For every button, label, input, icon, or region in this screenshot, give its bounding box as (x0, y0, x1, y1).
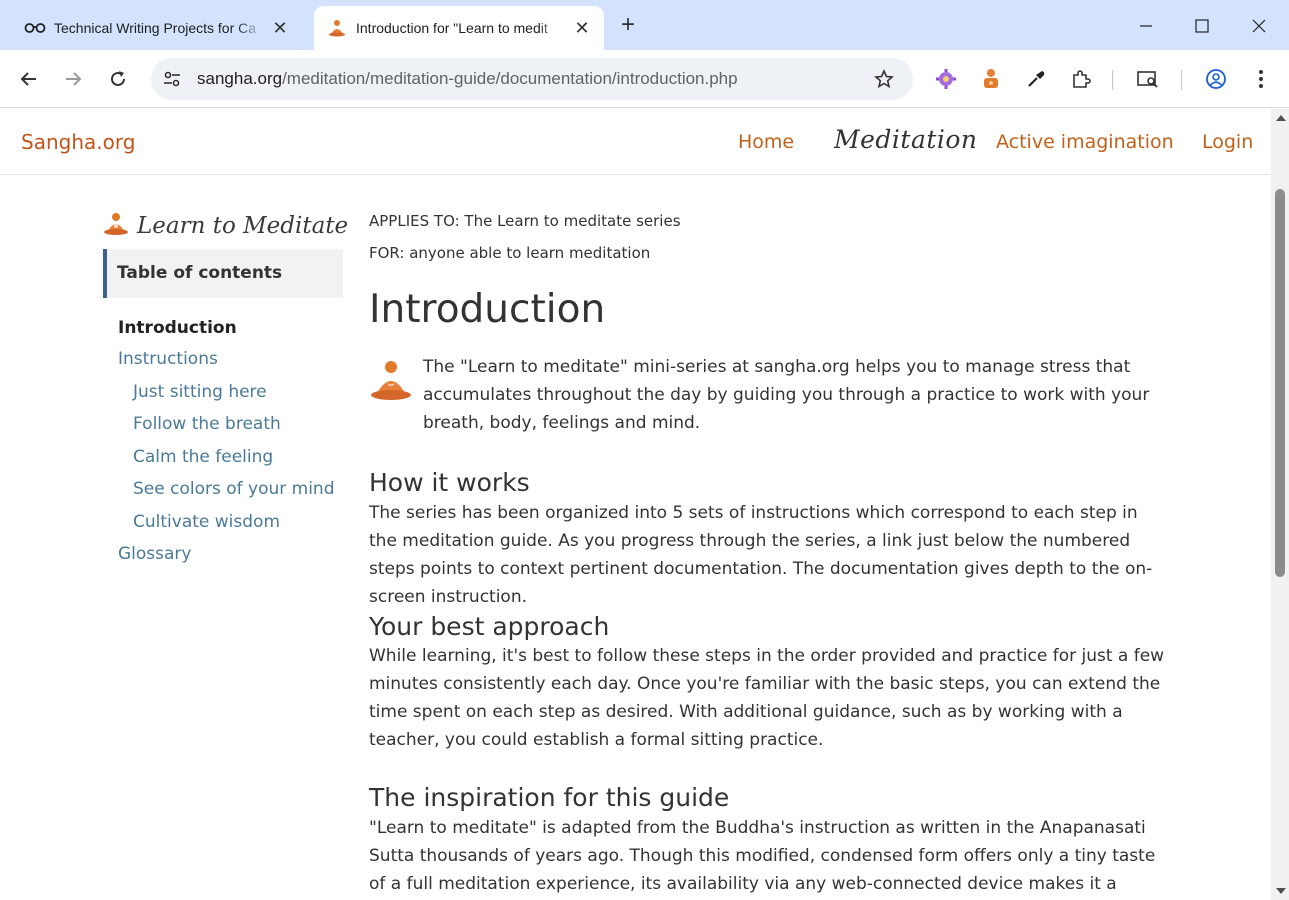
section-body: While learning, it's best to follow thes… (369, 646, 1165, 750)
purple-gear-extension-icon[interactable] (933, 66, 959, 92)
toc-glossary[interactable]: Glossary (118, 544, 191, 564)
toc-instructions[interactable]: Instructions (118, 349, 218, 369)
close-tab-icon[interactable]: ✕ (270, 18, 290, 38)
toc-introduction[interactable]: Introduction (118, 318, 237, 338)
toc-calm-the-feeling[interactable]: Calm the feeling (133, 447, 273, 467)
toc-see-colors-of-your-mind[interactable]: See colors of your mind (133, 479, 335, 499)
back-icon[interactable] (14, 64, 44, 94)
section-heading: Your best approach (369, 612, 610, 641)
reload-icon[interactable] (103, 64, 133, 94)
series-title: Learn to Meditate (103, 209, 348, 243)
profile-avatar-icon[interactable] (1203, 66, 1229, 92)
scrollbar-thumb[interactable] (1275, 189, 1285, 577)
maximize-icon[interactable] (1187, 12, 1217, 40)
extensions-puzzle-icon[interactable] (1068, 66, 1094, 92)
bookmark-star-icon[interactable] (873, 68, 895, 90)
browser-toolbar: sangha.org/meditation/meditation-guide/d… (0, 50, 1289, 108)
toc-follow-the-breath[interactable]: Follow the breath (133, 414, 281, 434)
meditation-logo-icon (103, 212, 129, 241)
scroll-up-arrow-icon[interactable] (1276, 115, 1286, 121)
applies-to-text: APPLIES TO: The Learn to meditate series (369, 212, 681, 230)
section-heading: How it works (369, 468, 530, 497)
page-title: Introduction (369, 287, 606, 332)
forward-icon[interactable] (58, 64, 88, 94)
meditation-figure-icon (369, 359, 415, 411)
new-tab-button[interactable]: + (614, 12, 642, 40)
page-scrollbar[interactable] (1271, 109, 1289, 900)
meditation-logo-icon (326, 19, 348, 37)
intro-paragraph: The "Learn to meditate" mini-series at s… (369, 353, 1159, 437)
site-settings-icon[interactable] (161, 68, 183, 90)
eyedropper-icon[interactable] (1023, 66, 1049, 92)
section-heading: The inspiration for this guide (369, 783, 730, 812)
minimize-icon[interactable] (1131, 12, 1161, 40)
section-body: The series has been organized into 5 set… (369, 503, 1153, 607)
series-title-text: Learn to Meditate (137, 213, 349, 239)
tab-title: Introduction for "Learn to medit (356, 20, 566, 36)
toc-just-sitting-here[interactable]: Just sitting here (133, 382, 267, 402)
nav-home[interactable]: Home (738, 131, 794, 153)
web-page: Sangha.org Home Meditation Active imagin… (0, 109, 1271, 900)
toc-heading: Table of contents (117, 263, 283, 283)
tab-title: Technical Writing Projects for Ca (54, 20, 264, 36)
browser-menu-icon[interactable] (1248, 66, 1274, 92)
url-path: /meditation/meditation-guide/documentati… (282, 69, 738, 88)
scroll-down-arrow-icon[interactable] (1276, 888, 1286, 894)
site-header: Sangha.org Home Meditation Active imagin… (0, 109, 1271, 175)
nav-meditation[interactable]: Meditation (834, 125, 978, 154)
close-window-icon[interactable] (1244, 12, 1274, 40)
section-body: "Learn to meditate" is adapted from the … (369, 818, 1156, 894)
tab-strip: Technical Writing Projects for Ca ✕ Intr… (0, 0, 1289, 50)
glasses-icon (24, 19, 46, 37)
toolbar-separator (1181, 70, 1182, 90)
url-text[interactable]: sangha.org/meditation/meditation-guide/d… (197, 69, 738, 89)
orange-figure-extension-icon[interactable] (978, 66, 1004, 92)
brand-link[interactable]: Sangha.org (21, 130, 135, 154)
toc-cultivate-wisdom[interactable]: Cultivate wisdom (133, 512, 280, 532)
nav-login[interactable]: Login (1202, 131, 1253, 153)
toc-heading-box: Table of contents (103, 249, 343, 298)
tab-search-icon[interactable] (1135, 66, 1161, 92)
nav-active-imagination[interactable]: Active imagination (996, 131, 1174, 153)
tab-introduction[interactable]: Introduction for "Learn to medit ✕ (314, 6, 604, 50)
audience-text: FOR: anyone able to learn meditation (369, 244, 651, 262)
address-bar[interactable]: sangha.org/meditation/meditation-guide/d… (151, 58, 913, 100)
intro-text: The "Learn to meditate" mini-series at s… (423, 357, 1150, 433)
toolbar-separator (1112, 70, 1113, 90)
url-host: sangha.org (197, 69, 283, 88)
close-tab-icon[interactable]: ✕ (572, 18, 592, 38)
tab-technical-writing[interactable]: Technical Writing Projects for Ca ✕ (12, 6, 302, 50)
